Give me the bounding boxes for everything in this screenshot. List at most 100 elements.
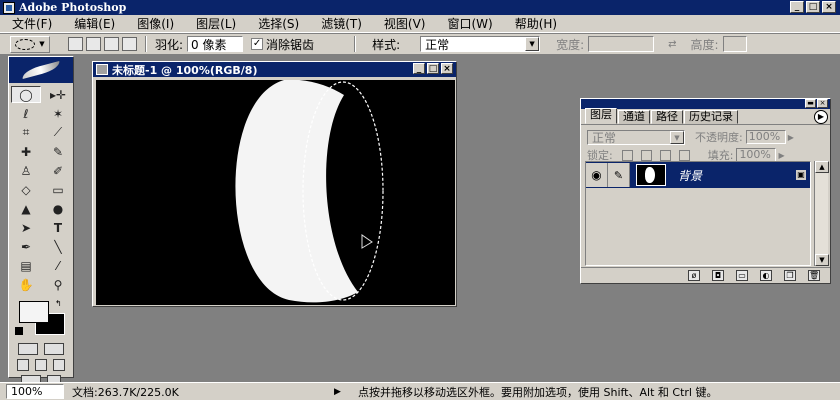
opacity-input[interactable]: 100% [745,130,786,144]
lasso-tool-icon[interactable]: ℓ [11,105,41,122]
blur-tool-icon[interactable]: ▲ [11,200,41,217]
crescent-shape [235,80,358,303]
window-controls: _ □ × [790,1,836,13]
type-tool-icon[interactable]: T [43,219,73,236]
zoom-input[interactable]: 100% [6,384,64,399]
tab-layers[interactable]: 图层 [585,108,617,124]
tab-history[interactable]: 历史记录 [684,110,738,124]
menu-edit[interactable]: 编辑(E) [62,15,125,32]
fill-slider-arrow-icon[interactable]: ▶ [778,151,784,160]
hand-tool-icon[interactable]: ✋ [11,276,41,293]
lock-position-icon[interactable] [659,149,671,161]
marquee-tool-icon[interactable]: ◯ [11,86,41,103]
panel-titlebar[interactable]: ▬ × [581,99,830,109]
feather-logo-icon [9,57,73,83]
adjustment-layer-icon[interactable]: ◐ [760,270,772,281]
lock-all-icon[interactable] [678,149,690,161]
menu-filter[interactable]: 滤镜(T) [309,15,372,32]
screen-mode-full-icon[interactable] [53,359,65,371]
layer-name[interactable]: 背景 [678,167,702,184]
document-icon [96,64,108,75]
document-canvas[interactable] [96,80,455,305]
feather-input[interactable]: 0 像素 [187,36,244,52]
menu-help[interactable]: 帮助(H) [503,15,567,32]
app-titlebar: Adobe Photoshop _ □ × [0,0,840,15]
style-select[interactable]: 正常 ▼ [420,36,541,52]
add-selection-icon[interactable] [86,37,101,51]
layers-footer: ø ◘ ▭ ◐ ❐ 🗑 [581,267,830,283]
scroll-up-icon[interactable]: ▲ [815,161,829,173]
crop-tool-icon[interactable]: ⌗ [11,124,41,141]
line-tool-icon[interactable]: ╲ [43,238,73,255]
pen-tool-icon[interactable]: ✒ [11,238,41,255]
subtract-selection-icon[interactable] [104,37,119,51]
close-button[interactable]: × [822,1,836,13]
layer-mask-icon[interactable]: ◘ [712,270,724,281]
notes-tool-icon[interactable]: ▤ [11,257,41,274]
brush-tool-icon[interactable]: ✎ [43,143,73,160]
zoom-tool-icon[interactable]: ⚲ [43,276,73,293]
move-tool-icon[interactable]: ▸✛ [43,86,73,103]
divider [145,36,147,52]
menu-layer[interactable]: 图层(L) [184,15,246,32]
layer-set-icon[interactable]: ▭ [736,270,748,281]
panel-menu-icon[interactable]: ▶ [814,110,828,124]
options-bar: ▼ 羽化: 0 像素 ✓ 消除锯齿 样式: 正常 ▼ 宽度: ⇄ 高度: [0,33,840,55]
path-selection-tool-icon[interactable]: ➤ [11,219,41,236]
tab-paths[interactable]: 路径 [651,110,683,124]
screen-mode-full-menu-icon[interactable] [35,359,47,371]
dodge-tool-icon[interactable]: ● [43,200,73,217]
doc-maximize-button[interactable]: □ [427,63,439,74]
lock-transparency-icon[interactable] [621,149,633,161]
panel-minimize-button[interactable]: ▬ [805,99,816,108]
width-input[interactable] [588,36,655,52]
eraser-tool-icon[interactable]: ◇ [11,181,41,198]
lock-image-icon[interactable] [640,149,652,161]
foreground-color-swatch[interactable] [19,301,49,323]
color-swatches: ↰ [13,299,69,339]
slice-tool-icon[interactable]: ⟋ [43,124,73,141]
gradient-tool-icon[interactable]: ▭ [43,181,73,198]
brush-link-icon[interactable]: ✎ [608,163,630,187]
document-titlebar[interactable]: 未标题-1 @ 100%(RGB/8) _ □ × [93,62,456,77]
scroll-down-icon[interactable]: ▼ [815,254,829,266]
opacity-slider-arrow-icon[interactable]: ▶ [788,133,794,142]
menu-view[interactable]: 视图(V) [372,15,436,32]
maximize-button[interactable]: □ [806,1,820,13]
menu-window[interactable]: 窗口(W) [435,15,502,32]
toolbox: ◯ ▸✛ ℓ ✶ ⌗ ⟋ ✚ ✎ ♙ ✐ ◇ ▭ ▲ ● ➤ T ✒ ╲ ▤ ⁄… [8,56,74,387]
clone-stamp-tool-icon[interactable]: ♙ [11,162,41,179]
layer-style-icon[interactable]: ø [688,270,700,281]
new-selection-icon[interactable] [68,37,83,51]
doc-close-button[interactable]: × [441,63,453,74]
menu-select[interactable]: 选择(S) [246,15,309,32]
history-brush-tool-icon[interactable]: ✐ [43,162,73,179]
status-menu-arrow-icon[interactable]: ▶ [334,387,348,397]
magic-wand-tool-icon[interactable]: ✶ [43,105,73,122]
menu-image[interactable]: 图像(I) [125,15,184,32]
trash-icon[interactable]: 🗑 [808,270,820,281]
tool-preset-picker[interactable]: ▼ [10,35,50,53]
layers-scrollbar[interactable]: ▲ ▼ [814,161,829,266]
new-layer-icon[interactable]: ❐ [784,270,796,281]
fill-input[interactable]: 100% [736,148,777,162]
eyedropper-tool-icon[interactable]: ⁄ [43,257,73,274]
standard-mode-icon[interactable] [18,343,38,355]
screen-mode-standard-icon[interactable] [17,359,29,371]
quickmask-mode-icon[interactable] [44,343,64,355]
swap-colors-icon[interactable]: ↰ [55,299,62,308]
tab-channels[interactable]: 通道 [618,110,650,124]
height-input[interactable] [722,36,747,52]
panel-close-button[interactable]: × [817,99,828,108]
default-colors-icon[interactable] [15,327,23,335]
healing-brush-tool-icon[interactable]: ✚ [11,143,41,160]
menu-file[interactable]: 文件(F) [0,15,62,32]
antialias-checkbox[interactable]: ✓ [251,38,264,50]
intersect-selection-icon[interactable] [122,37,137,51]
doc-minimize-button[interactable]: _ [413,63,425,74]
layer-row-background[interactable]: ◉ ✎ 背景 ▣ [586,162,810,188]
blend-mode-select[interactable]: 正常 ▼ [587,129,685,145]
minimize-button[interactable]: _ [790,1,804,13]
swap-dimensions-icon[interactable]: ⇄ [668,39,676,50]
eye-icon[interactable]: ◉ [586,163,608,187]
